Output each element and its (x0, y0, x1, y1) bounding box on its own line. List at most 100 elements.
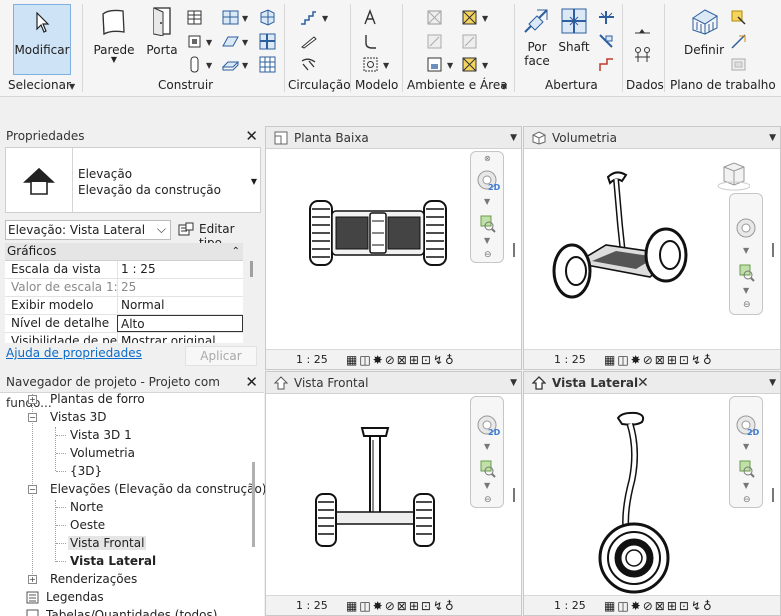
view-scrollbar[interactable] (772, 243, 774, 257)
view-tab[interactable]: Planta Baixa ▼ (266, 127, 521, 149)
group-header-graphics[interactable]: Gráficos ⌃ (5, 243, 243, 261)
define-button[interactable]: Definir (684, 6, 724, 76)
curtain-system-icon[interactable] (222, 9, 239, 26)
navigation-bar[interactable]: ▼ ▼ ⊖ (729, 193, 763, 315)
zoom-icon[interactable] (480, 215, 496, 233)
close-icon[interactable]: ✕ (245, 126, 258, 146)
zoom-icon[interactable] (739, 264, 755, 282)
instance-selector[interactable]: Elevação: Vista Lateral ⌵ (5, 220, 171, 240)
ref-plane-icon[interactable] (730, 33, 747, 50)
chevron-down-icon[interactable]: ▼ (484, 197, 490, 206)
model-group-icon[interactable] (362, 56, 379, 73)
chevron-down-icon[interactable]: ▼ (743, 481, 749, 490)
component-icon[interactable] (186, 33, 203, 50)
collapse-icon[interactable]: ⌃ (232, 243, 240, 260)
prop-row[interactable]: Exibir modelo Normal (5, 297, 243, 315)
tree-item[interactable]: Renderizações (50, 572, 137, 586)
navigation-bar[interactable]: 2D ▼ ▼ ⊖ (470, 396, 504, 508)
level-icon[interactable] (634, 24, 651, 41)
model-text-icon[interactable] (362, 9, 379, 26)
roof-icon[interactable] (222, 33, 239, 50)
view-scale[interactable]: 1 : 25 (296, 596, 328, 615)
room-icon[interactable] (426, 9, 443, 26)
tree-item-active[interactable]: Vista Lateral (70, 554, 156, 568)
view-control-icons[interactable]: ▦◫✸⊘⊠⊞⊡↯♁ (346, 351, 456, 370)
close-icon[interactable]: ✕ (245, 372, 258, 392)
view-tab[interactable]: Volumetria ▼ (524, 127, 780, 149)
viewer-icon[interactable] (730, 56, 747, 73)
window-icon[interactable] (186, 9, 203, 26)
options-icon[interactable]: ⊖ (484, 495, 492, 505)
railing-grid-icon[interactable] (259, 56, 276, 73)
dormer-opening-icon[interactable] (598, 56, 615, 73)
edit-type-button[interactable]: Editar tipo (176, 220, 258, 250)
viewcube-icon[interactable] (714, 161, 750, 191)
select-caret-icon[interactable]: ▼ (69, 82, 75, 91)
view-control-icons[interactable]: ▦◫✸⊘⊠⊞⊡↯♁ (604, 351, 714, 370)
wall-button[interactable]: Parede ▼ (92, 6, 136, 76)
navigation-bar[interactable]: ⊗ 2D ▼ ▼ ⊖ (470, 151, 504, 263)
shaft-button[interactable]: Shaft (556, 6, 592, 76)
options-icon[interactable]: ⊖ (743, 300, 751, 310)
prop-value[interactable]: Alto (117, 315, 243, 332)
prop-row[interactable]: Visibilidade de pe... Mostrar original (5, 333, 243, 343)
steering-wheel-icon[interactable] (733, 216, 761, 242)
area-icon[interactable] (461, 9, 478, 26)
properties-scrollbar[interactable] (250, 261, 253, 277)
view-menu-icon[interactable]: ▼ (769, 127, 776, 149)
tag-room-icon[interactable] (426, 56, 443, 73)
properties-help-link[interactable]: Ajuda de propriedades (6, 346, 142, 360)
zoom-icon[interactable] (480, 460, 496, 478)
collapse-icon[interactable]: − (28, 413, 37, 422)
chevron-down-icon[interactable]: ▼ (743, 286, 749, 295)
view-menu-icon[interactable]: ▼ (769, 372, 776, 394)
wall-opening-icon[interactable] (598, 9, 615, 26)
view-menu-icon[interactable]: ▼ (510, 127, 517, 149)
area-boundary-icon[interactable] (461, 33, 478, 50)
mullion-icon[interactable] (259, 33, 276, 50)
view-tab-active[interactable]: Vista Lateral ✕ ▼ (524, 372, 780, 394)
by-face-button[interactable]: Por face (520, 6, 554, 76)
tree-item[interactable]: Legendas (46, 590, 104, 604)
tag-area-icon[interactable] (461, 56, 478, 73)
type-selector[interactable]: Elevação Elevação da construção ▼ (5, 147, 261, 213)
chevron-down-icon[interactable]: ▼ (484, 236, 490, 245)
chevron-down-icon[interactable]: ▼ (743, 246, 749, 255)
view-tab[interactable]: Vista Frontal ▼ (266, 372, 521, 394)
close-icon[interactable]: ✕ (637, 372, 649, 394)
type-dropdown-icon[interactable]: ▼ (251, 177, 257, 186)
column-icon[interactable] (186, 56, 203, 73)
prop-row[interactable]: Nível de detalhe Alto (5, 315, 243, 333)
chevron-down-icon[interactable]: ▼ (484, 481, 490, 490)
vertical-opening-icon[interactable] (598, 33, 615, 50)
view-scrollbar[interactable] (513, 488, 515, 502)
view-control-icons[interactable]: ▦◫✸⊘⊠⊞⊡↯♁ (604, 597, 714, 616)
floor-icon[interactable] (222, 56, 239, 73)
options-icon[interactable]: ⊖ (484, 250, 492, 260)
view-scrollbar[interactable] (772, 488, 774, 502)
prop-row[interactable]: Escala da vista 1 : 25 (5, 261, 243, 279)
tree-item[interactable]: Volumetria (70, 446, 135, 460)
view-scale[interactable]: 1 : 25 (554, 350, 586, 369)
tree-item-selected[interactable]: Vista Frontal (68, 536, 147, 550)
close-icon[interactable]: ⊗ (484, 154, 491, 163)
stair-icon[interactable] (300, 9, 317, 26)
view-scale[interactable]: 1 : 25 (554, 596, 586, 615)
tree-item[interactable]: Norte (70, 500, 103, 514)
door-button[interactable]: Porta (144, 6, 180, 76)
model-line-icon[interactable] (362, 33, 379, 50)
view-scale[interactable]: 1 : 25 (296, 350, 328, 369)
tree-item[interactable]: Tabelas/Quantidades (todos) (46, 608, 217, 616)
curtain-grid-icon[interactable] (259, 9, 276, 26)
view-control-icons[interactable]: ▦◫✸⊘⊠⊞⊡↯♁ (346, 597, 456, 616)
options-icon[interactable]: ⊖ (743, 495, 751, 505)
tree-item[interactable]: Vistas 3D (50, 410, 107, 424)
tree-item[interactable]: Oeste (70, 518, 105, 532)
tree-item[interactable]: {3D} (70, 464, 102, 478)
browser-scrollbar[interactable] (252, 462, 255, 547)
view-menu-icon[interactable]: ▼ (510, 372, 517, 394)
chevron-down-icon[interactable]: ▼ (743, 442, 749, 451)
select-label[interactable]: Selecionar (8, 78, 71, 92)
tree-item[interactable]: Vista 3D 1 (70, 428, 132, 442)
view-scrollbar[interactable] (513, 243, 515, 257)
